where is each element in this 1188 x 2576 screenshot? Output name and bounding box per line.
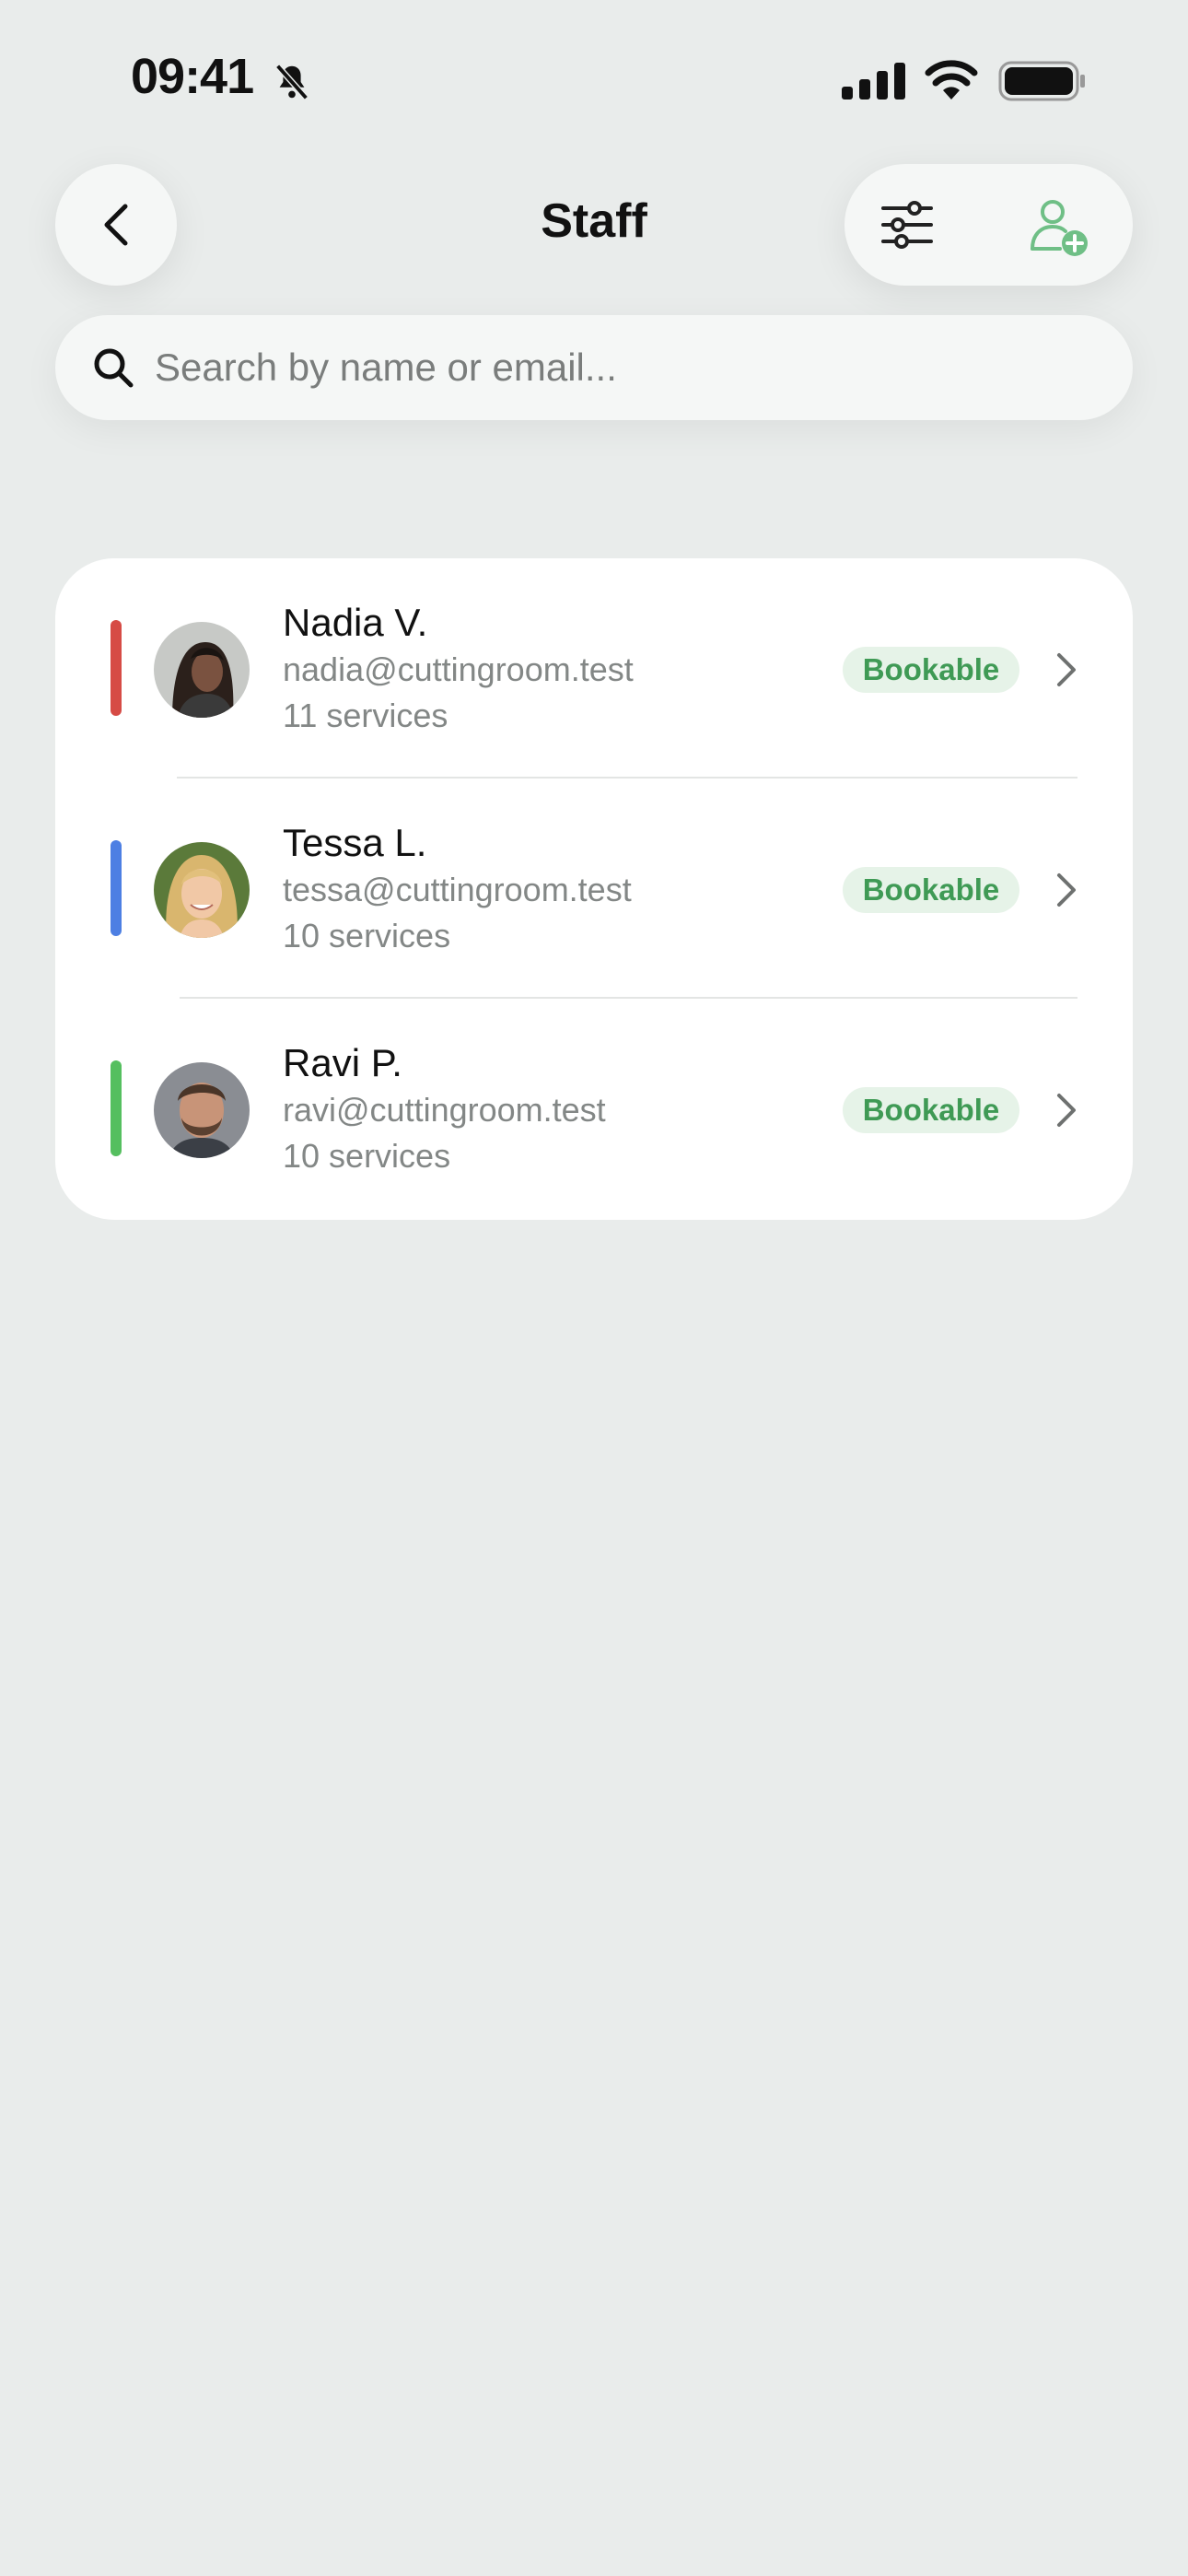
staff-color-indicator xyxy=(111,840,122,936)
status-badge: Bookable xyxy=(843,1087,1019,1133)
staff-services: 10 services xyxy=(283,1137,451,1175)
search-bar xyxy=(55,315,1133,420)
cellular-signal-icon xyxy=(842,63,905,100)
chevron-right-icon xyxy=(1057,653,1076,686)
staff-email: ravi@cuttingroom.test xyxy=(283,1091,606,1129)
staff-row-ravi[interactable]: Ravi P. ravi@cuttingroom.test 10 service… xyxy=(55,999,1133,1219)
search-input[interactable] xyxy=(155,337,1094,398)
search-icon xyxy=(94,348,134,388)
staff-list: Nadia V. nadia@cuttingroom.test 11 servi… xyxy=(55,558,1133,1220)
bell-slash-icon xyxy=(275,64,309,100)
staff-email: tessa@cuttingroom.test xyxy=(283,871,632,908)
staff-services: 10 services xyxy=(283,917,451,954)
battery-icon xyxy=(998,61,1085,101)
status-time: 09:41 xyxy=(131,49,254,104)
avatar xyxy=(154,1062,250,1158)
staff-name: Ravi P. xyxy=(283,1041,402,1084)
staff-row-tessa[interactable]: Tessa L. tessa@cuttingroom.test 10 servi… xyxy=(55,779,1133,999)
wifi-icon xyxy=(925,60,978,100)
chevron-right-icon xyxy=(1057,1094,1076,1127)
staff-services: 11 services xyxy=(283,697,448,734)
avatar xyxy=(154,622,250,718)
header-actions xyxy=(844,164,1133,286)
staff-color-indicator xyxy=(111,1060,122,1156)
status-badge: Bookable xyxy=(843,867,1019,913)
staff-color-indicator xyxy=(111,620,122,716)
staff-name: Tessa L. xyxy=(283,821,427,864)
staff-email: nadia@cuttingroom.test xyxy=(283,650,634,688)
staff-row-nadia[interactable]: Nadia V. nadia@cuttingroom.test 11 servi… xyxy=(55,558,1133,779)
staff-name: Nadia V. xyxy=(283,601,428,644)
user-plus-icon[interactable] xyxy=(1029,197,1089,258)
sliders-icon[interactable] xyxy=(879,197,935,252)
avatar xyxy=(154,842,250,938)
status-badge: Bookable xyxy=(843,647,1019,693)
staff-screen: 09:41 Staff Search by name or email... N… xyxy=(0,0,1188,2576)
chevron-right-icon xyxy=(1057,873,1076,907)
